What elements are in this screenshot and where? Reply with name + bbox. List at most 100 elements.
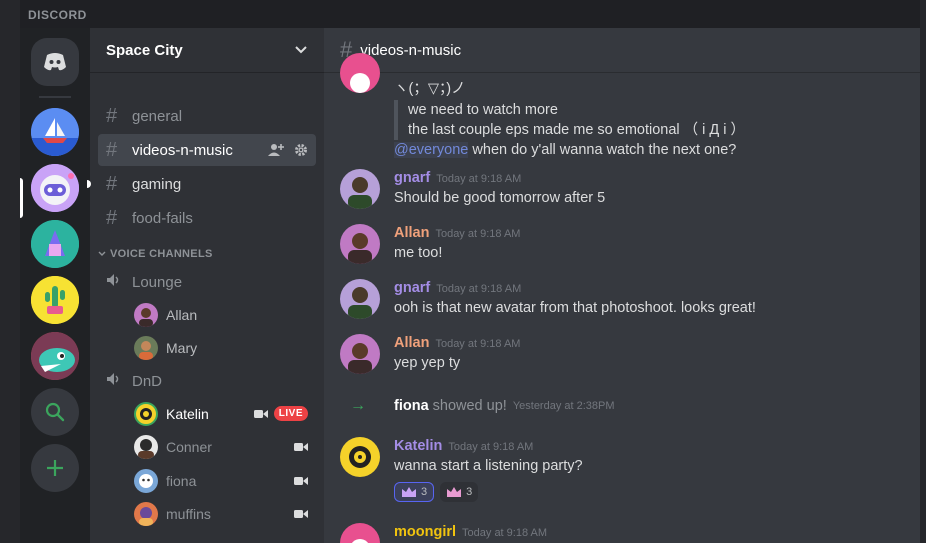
video-icon bbox=[253, 409, 268, 418]
join-text: showed up! bbox=[432, 398, 507, 414]
server-space-city[interactable] bbox=[31, 164, 79, 212]
chevron-down-icon bbox=[295, 46, 307, 54]
message-author[interactable]: gnarf bbox=[394, 170, 430, 186]
voice-channel-lounge[interactable]: Lounge bbox=[98, 266, 316, 298]
message-author[interactable]: Allan bbox=[394, 335, 429, 351]
avatar bbox=[134, 302, 158, 327]
join-user[interactable]: fiona bbox=[394, 398, 429, 414]
channel-label: food-fails bbox=[132, 209, 193, 227]
channel-label: videos-n-music bbox=[132, 141, 233, 159]
message-text: me too! bbox=[394, 245, 443, 261]
video-icon bbox=[294, 476, 308, 485]
window-titlebar: DISCORD bbox=[20, 0, 920, 28]
dino-icon bbox=[31, 332, 79, 380]
message-author[interactable]: moongirl bbox=[394, 524, 456, 540]
reaction-button[interactable]: 3 bbox=[394, 482, 435, 502]
voice-channel-label: DnD bbox=[132, 372, 163, 390]
quote-line: we need to watch more bbox=[408, 102, 558, 118]
server-dino[interactable] bbox=[31, 332, 79, 380]
voice-user-name: Katelin bbox=[166, 405, 209, 422]
chevron-down-icon bbox=[98, 251, 106, 256]
hash-icon: # bbox=[106, 138, 118, 161]
message-text-rest: when do y'all wanna watch the next one? bbox=[468, 142, 737, 158]
crown-icon bbox=[402, 487, 416, 497]
server-home-button[interactable] bbox=[31, 38, 79, 86]
voice-user-conner[interactable]: Conner bbox=[98, 431, 316, 465]
reaction-count: 3 bbox=[466, 486, 473, 498]
server-rail bbox=[20, 28, 90, 543]
voice-channel-dnd[interactable]: DnD bbox=[98, 365, 316, 397]
voice-user-mary[interactable]: Mary bbox=[98, 332, 316, 366]
bag-icon bbox=[31, 220, 79, 268]
chat-pane: # videos-n-music ヽ(；▽；)ノ we need to watc… bbox=[324, 28, 920, 543]
message-text: wanna start a listening party? bbox=[394, 458, 583, 474]
channel-general[interactable]: # general bbox=[98, 100, 316, 132]
cactus-icon bbox=[31, 276, 79, 324]
system-join-message: → fiona showed up! Yesterday at 2:38PM bbox=[340, 397, 904, 415]
message-text: ヽ(；▽；)ノ bbox=[394, 81, 466, 97]
speaker-icon bbox=[106, 273, 132, 291]
channel-gaming[interactable]: # gaming bbox=[87, 168, 316, 200]
add-server-button[interactable] bbox=[31, 444, 79, 492]
discord-icon bbox=[44, 53, 66, 71]
server-separator bbox=[39, 96, 71, 98]
voice-user-muffins[interactable]: muffins bbox=[98, 498, 316, 532]
channel-label: gaming bbox=[132, 175, 182, 193]
join-arrow-icon: → bbox=[350, 397, 366, 414]
voice-user-name: muffins bbox=[166, 506, 211, 523]
message-timestamp: Yesterday at 2:38PM bbox=[512, 400, 615, 412]
message-list[interactable]: ヽ(；▽；)ノ we need to watch more the last c… bbox=[324, 53, 920, 543]
discord-app: Space City # general # videos-n-music # … bbox=[20, 28, 920, 543]
voice-user-allan[interactable]: Allan bbox=[98, 298, 316, 332]
channel-food-fails[interactable]: # food-fails bbox=[98, 202, 316, 234]
active-server-indicator bbox=[20, 178, 23, 218]
voice-user-name: Conner bbox=[166, 439, 212, 456]
avatar[interactable] bbox=[340, 334, 380, 374]
reaction-count: 3 bbox=[421, 486, 428, 498]
explore-servers-button[interactable] bbox=[31, 388, 79, 436]
message-text: yep yep ty bbox=[394, 355, 461, 371]
channel-label: general bbox=[132, 107, 183, 125]
avatar[interactable] bbox=[340, 169, 380, 209]
message-author[interactable]: Katelin bbox=[394, 438, 442, 454]
everyone-mention[interactable]: @everyone bbox=[394, 142, 469, 158]
avatar bbox=[134, 401, 158, 426]
message-timestamp: Today at 9:18 AM bbox=[448, 441, 534, 453]
video-icon bbox=[294, 443, 308, 452]
message-item: moongirl Today at 9:18 AM bbox=[340, 523, 904, 543]
message-timestamp: Today at 9:18 AM bbox=[436, 173, 522, 185]
reaction-button[interactable]: 3 bbox=[440, 482, 479, 502]
message-item: gnarf Today at 9:18 AM ooh is that new av… bbox=[340, 279, 904, 323]
server-cactus[interactable] bbox=[31, 276, 79, 324]
quote-line: the last couple eps made me so emotional… bbox=[408, 122, 746, 138]
guild-header[interactable]: Space City bbox=[90, 28, 324, 73]
voice-category-header[interactable]: VOICE CHANNELS bbox=[98, 236, 316, 266]
avatar bbox=[134, 435, 158, 460]
video-icon bbox=[294, 510, 308, 519]
message-timestamp: Today at 9:18 AM bbox=[436, 283, 522, 295]
hash-icon: # bbox=[106, 172, 118, 195]
message-author[interactable]: Allan bbox=[394, 225, 429, 241]
avatar[interactable] bbox=[340, 224, 380, 264]
avatar[interactable] bbox=[340, 523, 380, 543]
voice-user-fiona[interactable]: fiona bbox=[98, 464, 316, 498]
avatar[interactable] bbox=[340, 437, 380, 477]
message-author[interactable]: gnarf bbox=[394, 280, 430, 296]
voice-user-katelin[interactable]: Katelin LIVE bbox=[98, 397, 316, 431]
voice-user-name: Allan bbox=[166, 306, 198, 323]
channel-videos-n-music[interactable]: # videos-n-music bbox=[98, 134, 316, 166]
server-teal[interactable] bbox=[31, 220, 79, 268]
avatar bbox=[340, 53, 380, 93]
message-item: ヽ(；▽；)ノ we need to watch more the last c… bbox=[340, 53, 904, 158]
sailboat-icon bbox=[31, 108, 79, 156]
message-text: ooh is that new avatar from that photosh… bbox=[394, 300, 756, 316]
reaction-bar: 3 3 bbox=[394, 482, 904, 502]
message-item: gnarf Today at 9:18 AM Should be good tom… bbox=[340, 169, 904, 213]
message-item: Katelin Today at 9:18 AM wanna start a li… bbox=[340, 437, 904, 517]
gear-icon[interactable] bbox=[294, 143, 308, 157]
search-icon bbox=[45, 402, 65, 422]
server-sailboat[interactable] bbox=[31, 108, 79, 156]
invite-user-icon[interactable] bbox=[268, 143, 284, 157]
speaker-icon bbox=[106, 372, 132, 390]
avatar[interactable] bbox=[340, 279, 380, 319]
